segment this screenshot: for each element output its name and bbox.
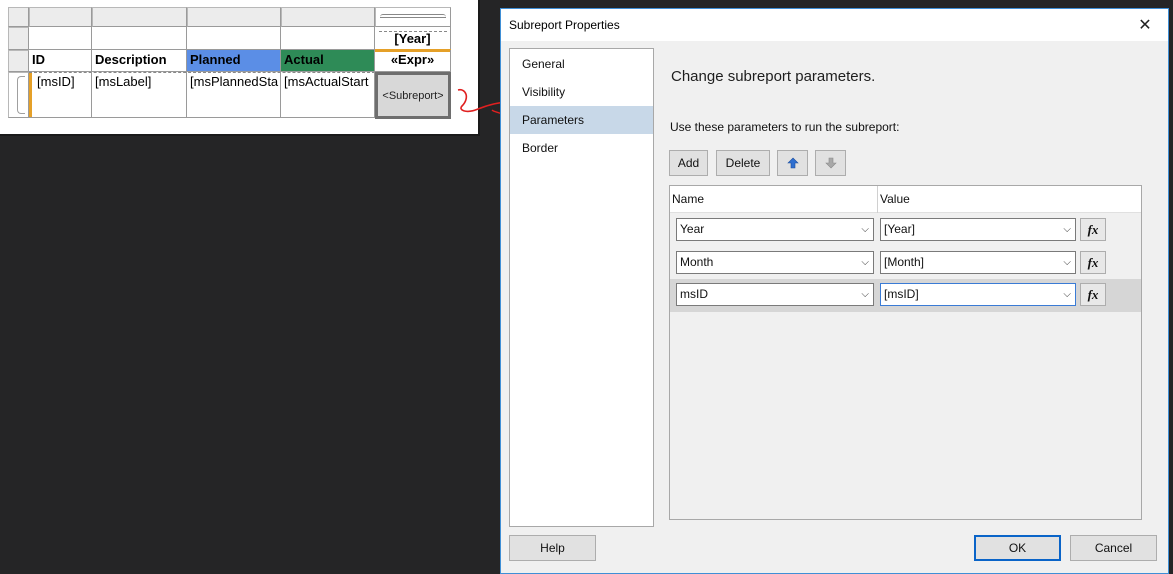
parameter-value-text: [Month] — [884, 255, 925, 269]
parameter-name-value: Month — [680, 255, 714, 269]
parameter-value-text: [msID] — [884, 287, 919, 301]
selection-marker — [29, 73, 32, 117]
parameter-value-combo[interactable]: [msID] ⌵ — [880, 283, 1076, 306]
parameter-name-combo[interactable]: Year ⌵ — [676, 218, 874, 241]
row-group-bracket — [17, 76, 25, 114]
expression-button[interactable]: fx — [1080, 218, 1106, 241]
column-group-indicator — [380, 14, 446, 18]
detail-planned-start[interactable]: [msPlannedSta — [187, 72, 281, 118]
parameter-value-combo[interactable]: [Month] ⌵ — [880, 251, 1076, 274]
parameter-name-combo[interactable]: Month ⌵ — [676, 251, 874, 274]
column-handle-actual[interactable] — [281, 7, 375, 27]
close-icon[interactable]: ✕ — [1122, 9, 1168, 41]
blank-cell[interactable] — [92, 27, 187, 50]
expression-button[interactable]: fx — [1080, 251, 1106, 274]
expression-button[interactable]: fx — [1080, 283, 1106, 306]
page-heading: Change subreport parameters. — [671, 68, 876, 85]
nav-item-visibility[interactable]: Visibility — [510, 78, 653, 106]
corner-handle[interactable] — [8, 7, 29, 27]
cancel-button[interactable]: Cancel — [1070, 535, 1157, 561]
detail-id[interactable]: [msID] — [29, 72, 92, 118]
parameter-row-selected[interactable]: msID ⌵ [msID] ⌵ fx — [670, 279, 1141, 312]
subreport-item[interactable]: <Subreport> — [375, 72, 451, 119]
chevron-down-icon[interactable]: ⌵ — [861, 284, 869, 305]
detail-label[interactable]: [msLabel] — [92, 72, 187, 118]
parameter-row[interactable]: Year ⌵ [Year] ⌵ fx — [670, 214, 1141, 247]
column-handle-subreport[interactable] — [375, 7, 451, 27]
nav-item-border[interactable]: Border — [510, 134, 653, 162]
column-handle-planned[interactable] — [187, 7, 281, 27]
blank-cell[interactable] — [187, 27, 281, 50]
blank-cell[interactable] — [29, 27, 92, 50]
parameter-name-value: msID — [680, 287, 708, 301]
grid-header: Name Value — [670, 186, 1141, 213]
header-actual[interactable]: Actual — [281, 50, 375, 72]
report-design-surface[interactable]: [Year] ID Description Planned Actual «Ex… — [0, 0, 480, 136]
dialog-nav: General Visibility Parameters Border — [509, 48, 654, 527]
subreport-properties-dialog[interactable]: Subreport Properties ✕ General Visibilit… — [500, 8, 1169, 574]
row-handle-header[interactable] — [8, 50, 29, 72]
delete-button[interactable]: Delete — [716, 150, 770, 176]
dotted-guide — [379, 31, 447, 32]
parameter-value-text: [Year] — [884, 222, 915, 236]
nav-item-parameters[interactable]: Parameters — [510, 106, 653, 134]
page-instruction: Use these parameters to run the subrepor… — [670, 120, 900, 134]
move-down-button[interactable] — [815, 150, 846, 176]
help-button[interactable]: Help — [509, 535, 596, 561]
chevron-down-icon[interactable]: ⌵ — [1063, 252, 1071, 273]
add-button[interactable]: Add — [669, 150, 708, 176]
dialog-title: Subreport Properties — [509, 18, 620, 32]
parameter-value-combo[interactable]: [Year] ⌵ — [880, 218, 1076, 241]
parameter-name-value: Year — [680, 222, 705, 236]
header-id[interactable]: ID — [29, 50, 92, 72]
parameter-row[interactable]: Month ⌵ [Month] ⌵ fx — [670, 247, 1141, 280]
parameters-grid[interactable]: Name Value Year ⌵ [Year] ⌵ fx Month ⌵ [M… — [669, 185, 1142, 520]
chevron-down-icon[interactable]: ⌵ — [861, 252, 869, 273]
parameters-page: Change subreport parameters. Use these p… — [655, 48, 1163, 527]
nav-item-general[interactable]: General — [510, 50, 653, 78]
column-header-name: Name — [672, 192, 705, 206]
chevron-down-icon[interactable]: ⌵ — [861, 219, 869, 240]
row-handle-group-header[interactable] — [8, 27, 29, 50]
header-description[interactable]: Description — [92, 50, 187, 72]
arrow-up-icon — [786, 157, 799, 169]
arrow-down-icon — [824, 157, 837, 169]
column-header-value: Value — [880, 192, 910, 206]
ok-button[interactable]: OK — [974, 535, 1061, 561]
column-handle-id[interactable] — [29, 7, 92, 27]
header-planned[interactable]: Planned — [187, 50, 281, 72]
parameter-name-combo[interactable]: msID ⌵ — [676, 283, 874, 306]
blank-cell[interactable] — [281, 27, 375, 50]
detail-actual-start[interactable]: [msActualStart — [281, 72, 375, 118]
move-up-button[interactable] — [777, 150, 808, 176]
header-expr[interactable]: «Expr» — [375, 50, 451, 72]
chevron-down-icon[interactable]: ⌵ — [1063, 219, 1071, 240]
dialog-titlebar[interactable]: Subreport Properties ✕ — [501, 9, 1168, 41]
column-handle-description[interactable] — [92, 7, 187, 27]
chevron-down-icon[interactable]: ⌵ — [1063, 284, 1071, 305]
